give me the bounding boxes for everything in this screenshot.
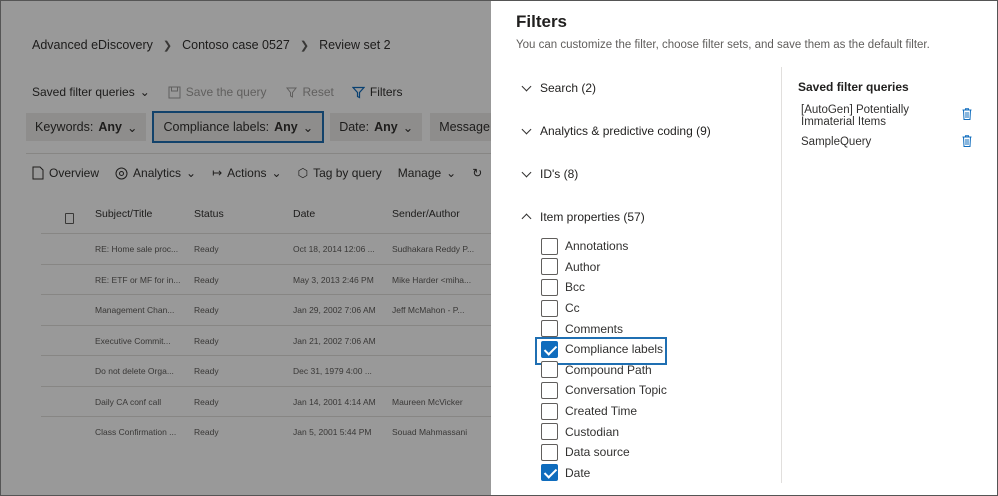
saved-query-item[interactable]: [AutoGen] Potentially Immaterial Items bbox=[801, 104, 981, 128]
checkbox[interactable] bbox=[541, 402, 558, 420]
chevron-down-icon bbox=[521, 81, 532, 91]
checkbox[interactable] bbox=[541, 423, 558, 441]
delete-icon[interactable] bbox=[962, 135, 972, 147]
checkbox-label: Custodian bbox=[565, 424, 620, 439]
item-properties-list: Annotations Author Bcc Cc Comments Compliance… bbox=[535, 236, 667, 484]
chevron-down-icon bbox=[521, 167, 532, 177]
checkbox[interactable] bbox=[541, 443, 558, 461]
section-label: Search (2) bbox=[540, 81, 597, 95]
checkbox-label: Conversation Topic bbox=[565, 383, 667, 398]
property-checkbox-item[interactable]: Created Time bbox=[541, 401, 667, 422]
modal-overlay[interactable] bbox=[1, 1, 491, 495]
saved-query-name-cont: Immaterial Items bbox=[801, 116, 886, 128]
checkbox[interactable] bbox=[541, 299, 558, 317]
saved-query-name: [AutoGen] Potentially bbox=[801, 104, 910, 116]
app-window: Advanced eDiscovery ❯ Contoso case 0527 … bbox=[0, 0, 998, 496]
checkbox[interactable] bbox=[541, 278, 558, 296]
checkbox[interactable] bbox=[541, 320, 558, 338]
checkbox-label: Data source bbox=[565, 445, 630, 460]
review-set-page: Advanced eDiscovery ❯ Contoso case 0527 … bbox=[1, 1, 491, 495]
checkbox[interactable] bbox=[541, 381, 558, 399]
section-search[interactable]: Search (2) bbox=[521, 81, 597, 95]
property-checkbox-item[interactable]: Data source bbox=[541, 442, 667, 463]
section-item-properties[interactable]: Item properties (57) bbox=[521, 210, 645, 224]
property-checkbox-item[interactable]: Compliance labels bbox=[535, 337, 667, 365]
property-checkbox-item[interactable]: Author bbox=[541, 257, 667, 278]
checkbox-checked[interactable] bbox=[541, 340, 558, 358]
checkbox-label: Compound Path bbox=[565, 362, 652, 377]
saved-queries-title: Saved filter queries bbox=[798, 80, 909, 94]
checkbox-label: Author bbox=[565, 259, 601, 274]
saved-query-item[interactable]: SampleQuery bbox=[801, 136, 981, 148]
checkbox-label: Annotations bbox=[565, 239, 629, 254]
panel-subtitle: You can customize the filter, choose fil… bbox=[516, 39, 930, 51]
saved-query-name: SampleQuery bbox=[801, 136, 872, 148]
checkbox-label: Comments bbox=[565, 321, 624, 336]
section-ids[interactable]: ID's (8) bbox=[521, 167, 579, 181]
property-checkbox-item[interactable]: Compound Path bbox=[541, 360, 667, 381]
filters-panel: Filters You can customize the filter, ch… bbox=[491, 1, 997, 495]
section-analytics[interactable]: Analytics & predictive coding (9) bbox=[521, 124, 711, 138]
checkbox-checked[interactable] bbox=[541, 464, 558, 482]
vertical-divider bbox=[781, 67, 782, 483]
checkbox[interactable] bbox=[541, 237, 558, 255]
checkbox-label: Bcc bbox=[565, 280, 586, 295]
property-checkbox-item[interactable]: Bcc bbox=[541, 277, 667, 298]
chevron-up-icon bbox=[521, 213, 532, 224]
property-checkbox-item[interactable]: Comments bbox=[541, 318, 667, 339]
checkbox-label: Created Time bbox=[565, 404, 638, 419]
property-checkbox-item[interactable]: Conversation Topic bbox=[541, 380, 667, 401]
delete-icon[interactable] bbox=[962, 108, 972, 120]
property-checkbox-item[interactable]: Annotations bbox=[541, 236, 667, 257]
property-checkbox-item[interactable]: Cc bbox=[541, 298, 667, 319]
section-label: Item properties (57) bbox=[540, 210, 645, 224]
chevron-down-icon bbox=[521, 124, 532, 134]
checkbox-label: Compliance labels bbox=[565, 342, 664, 357]
checkbox-label: Date bbox=[565, 465, 591, 480]
checkbox[interactable] bbox=[541, 361, 558, 379]
panel-title: Filters bbox=[516, 12, 568, 31]
property-checkbox-item[interactable]: Date bbox=[541, 463, 667, 484]
section-label: ID's (8) bbox=[540, 167, 579, 181]
checkbox-label: Cc bbox=[565, 301, 580, 316]
section-label: Analytics & predictive coding (9) bbox=[540, 124, 711, 138]
property-checkbox-item[interactable]: Custodian bbox=[541, 421, 667, 442]
checkbox[interactable] bbox=[541, 258, 558, 276]
